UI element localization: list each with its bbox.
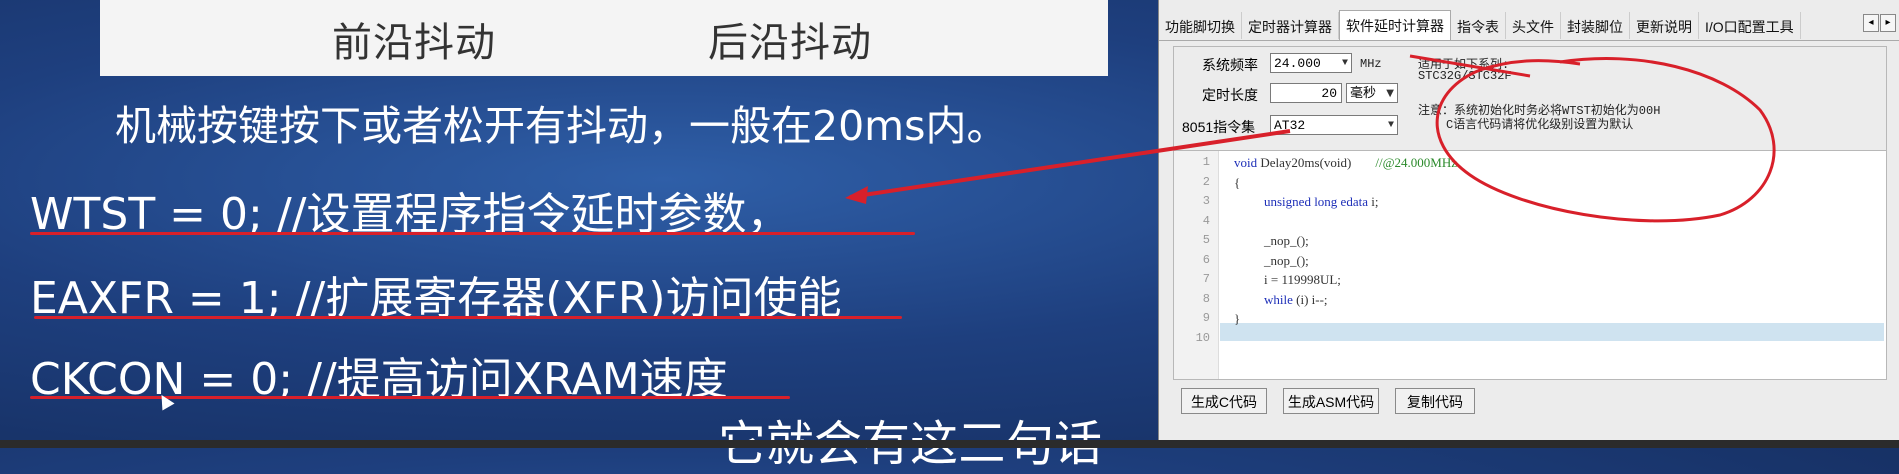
annotation-overlay	[845, 54, 1776, 223]
arrow-head-icon	[845, 186, 868, 204]
bottom-bar	[0, 440, 1899, 448]
annotation-arrow-line	[849, 129, 1291, 199]
annotation-circle	[1435, 57, 1776, 223]
